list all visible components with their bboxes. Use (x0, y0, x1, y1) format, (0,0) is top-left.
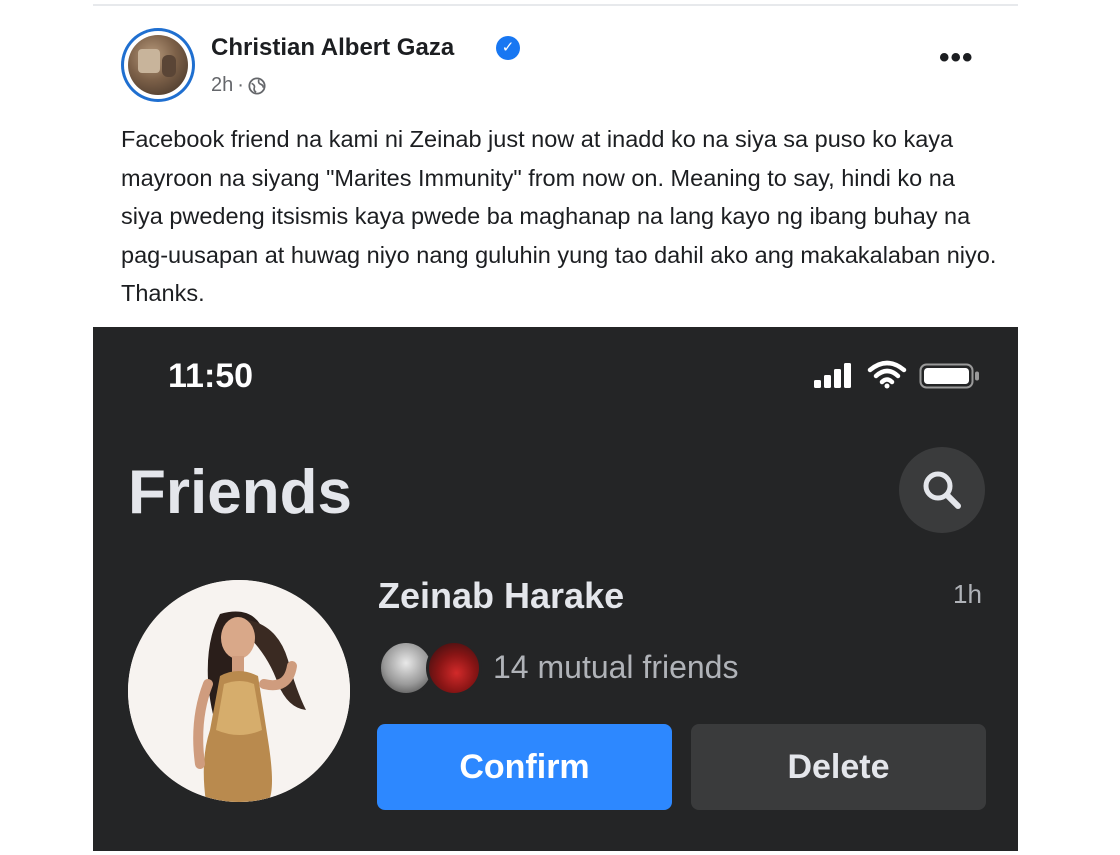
mutual-friend-avatar (426, 640, 482, 696)
post-meta: 2h · (211, 74, 266, 97)
confirm-button[interactable]: Confirm (377, 724, 672, 810)
attached-screenshot: 11:50 Friends Zeinab Harake 1h 14 mutual… (93, 327, 1018, 851)
post-text: Facebook friend na kami ni Zeinab just n… (121, 126, 997, 306)
request-time: 1h (953, 579, 982, 609)
request-avatar[interactable] (128, 580, 350, 802)
wifi-icon (867, 360, 907, 389)
author-avatar[interactable] (121, 28, 195, 102)
request-name[interactable]: Zeinab Harake (378, 575, 624, 617)
author-photo (128, 35, 188, 95)
divider (93, 4, 1018, 6)
mutual-friends-count[interactable]: 14 mutual friends (493, 649, 738, 686)
profile-photo (128, 580, 350, 802)
friends-title: Friends (128, 458, 352, 527)
facebook-post: Christian Albert Gaza ✓ 2h · ••• Faceboo… (93, 0, 1018, 855)
delete-button[interactable]: Delete (691, 724, 986, 810)
search-button[interactable] (899, 447, 985, 533)
battery-icon (919, 363, 979, 389)
verified-badge-icon: ✓ (496, 36, 520, 60)
globe-icon (248, 76, 266, 95)
post-timestamp[interactable]: 2h (211, 74, 233, 97)
search-icon (923, 471, 961, 509)
cellular-signal-icon (814, 363, 851, 388)
more-options-button[interactable]: ••• (939, 43, 974, 73)
author-name[interactable]: Christian Albert Gaza (211, 34, 454, 62)
status-time: 11:50 (168, 357, 254, 395)
